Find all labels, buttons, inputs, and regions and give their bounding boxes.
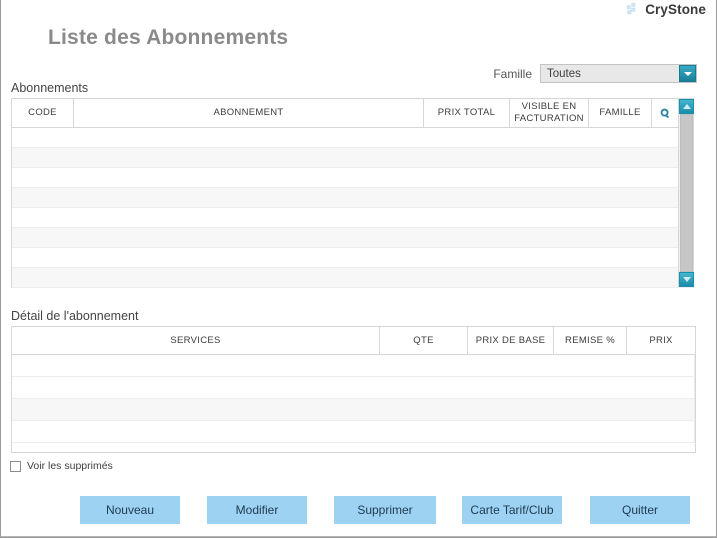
window-bottom-border xyxy=(1,536,716,537)
detail-grid-header: SERVICES QTE PRIX DE BASE REMISE % PRIX xyxy=(12,327,695,355)
detail-grid: SERVICES QTE PRIX DE BASE REMISE % PRIX xyxy=(11,326,696,453)
detail-grid-body xyxy=(12,355,695,443)
famille-filter: Famille Toutes xyxy=(493,64,697,83)
column-header-visible-en-facturation[interactable]: VISIBLE EN FACTURATION xyxy=(510,99,589,127)
famille-label: Famille xyxy=(493,66,532,81)
famille-select[interactable]: Toutes xyxy=(540,64,697,83)
nouveau-button[interactable]: Nouveau xyxy=(80,496,180,524)
table-row[interactable] xyxy=(12,168,693,188)
show-deleted-option[interactable]: Voir les supprimés xyxy=(10,460,113,472)
page-title: Liste des Abonnements xyxy=(48,26,289,49)
action-button-bar: Nouveau Modifier Supprimer Carte Tarif/C… xyxy=(1,496,716,524)
abonnements-grid: CODE ABONNEMENT PRIX TOTAL VISIBLE EN FA… xyxy=(11,98,694,288)
table-row[interactable] xyxy=(12,421,695,443)
famille-selected-value: Toutes xyxy=(547,67,581,80)
table-row[interactable] xyxy=(12,377,695,399)
carte-tarif-club-button[interactable]: Carte Tarif/Club xyxy=(462,496,562,524)
abonnements-grid-header: CODE ABONNEMENT PRIX TOTAL VISIBLE EN FA… xyxy=(12,99,693,128)
table-row[interactable] xyxy=(12,355,695,377)
table-row[interactable] xyxy=(12,188,693,208)
table-row[interactable] xyxy=(12,399,695,421)
column-header-code[interactable]: CODE xyxy=(12,99,74,127)
modifier-button[interactable]: Modifier xyxy=(207,496,307,524)
column-header-remise[interactable]: REMISE % xyxy=(554,327,627,354)
squares-logo-icon xyxy=(626,3,640,16)
brand-name: CryStone xyxy=(645,2,706,17)
abonnements-window: CryStone Liste des Abonnements Famille T… xyxy=(0,0,717,538)
chevron-down-icon[interactable] xyxy=(679,65,696,82)
table-row[interactable] xyxy=(12,128,693,148)
search-icon[interactable] xyxy=(652,99,678,127)
app-brand: CryStone xyxy=(626,2,706,17)
scroll-thumb[interactable] xyxy=(680,114,693,272)
scroll-down-button[interactable] xyxy=(679,272,694,287)
quitter-button[interactable]: Quitter xyxy=(590,496,690,524)
detail-section-label: Détail de l'abonnement xyxy=(11,309,139,323)
table-row[interactable] xyxy=(12,268,693,288)
column-header-services[interactable]: SERVICES xyxy=(12,327,380,354)
table-row[interactable] xyxy=(12,228,693,248)
supprimer-button[interactable]: Supprimer xyxy=(334,496,436,524)
scroll-up-button[interactable] xyxy=(679,99,694,114)
table-row[interactable] xyxy=(12,248,693,268)
abonnements-grid-body xyxy=(12,128,693,288)
table-row[interactable] xyxy=(12,208,693,228)
table-row[interactable] xyxy=(12,148,693,168)
column-header-prix-total[interactable]: PRIX TOTAL xyxy=(424,99,510,127)
column-header-qte[interactable]: QTE xyxy=(380,327,468,354)
abonnements-vertical-scrollbar[interactable] xyxy=(678,99,694,287)
column-header-prix[interactable]: PRIX xyxy=(627,327,695,354)
column-header-prix-de-base[interactable]: PRIX DE BASE xyxy=(468,327,554,354)
show-deleted-checkbox[interactable] xyxy=(10,460,21,472)
abonnements-section-label: Abonnements xyxy=(11,81,89,95)
column-header-famille[interactable]: FAMILLE xyxy=(589,99,652,127)
show-deleted-label: Voir les supprimés xyxy=(27,460,113,472)
column-header-abonnement[interactable]: ABONNEMENT xyxy=(74,99,424,127)
